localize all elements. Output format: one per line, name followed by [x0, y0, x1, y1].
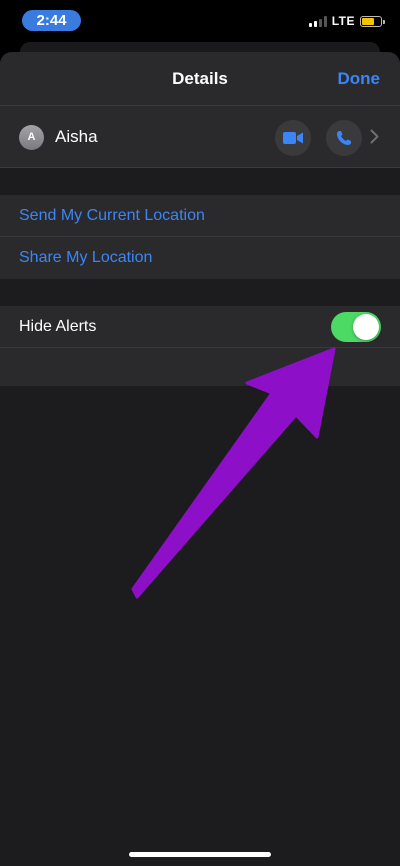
home-indicator[interactable] [129, 852, 271, 857]
send-location-label: Send My Current Location [19, 207, 205, 224]
location-group: Send My Current Location Share My Locati… [0, 195, 400, 279]
details-sheet: Details Done A Aisha Send My Current Loc… [0, 52, 400, 866]
send-location-row[interactable]: Send My Current Location [0, 195, 400, 237]
avatar: A [19, 125, 44, 150]
chevron-right-icon[interactable] [370, 129, 379, 144]
hide-alerts-toggle[interactable] [331, 312, 381, 342]
video-call-button[interactable] [275, 120, 311, 156]
network-type: LTE [331, 14, 355, 28]
navigation-bar: Details Done [0, 52, 400, 106]
alerts-group: Hide Alerts [0, 306, 400, 386]
section-gap [0, 279, 400, 306]
share-location-label: Share My Location [19, 249, 153, 266]
status-bar: 2:44 LTE [0, 0, 400, 44]
video-camera-icon [283, 132, 303, 144]
phone-call-button[interactable] [326, 120, 362, 156]
hide-alerts-row: Hide Alerts [0, 306, 400, 348]
phone-icon [337, 131, 351, 145]
signal-icon [308, 15, 327, 27]
status-indicators: LTE [308, 14, 385, 28]
share-location-row[interactable]: Share My Location [0, 237, 400, 279]
status-time[interactable]: 2:44 [22, 10, 81, 31]
battery-icon [360, 15, 385, 27]
done-button[interactable]: Done [338, 69, 381, 89]
hide-alerts-label: Hide Alerts [19, 318, 97, 335]
toggle-knob [353, 314, 379, 340]
contact-name: Aisha [55, 127, 98, 146]
contact-row[interactable]: A Aisha [0, 106, 400, 168]
alerts-footer-row [0, 348, 400, 386]
section-gap [0, 168, 400, 195]
